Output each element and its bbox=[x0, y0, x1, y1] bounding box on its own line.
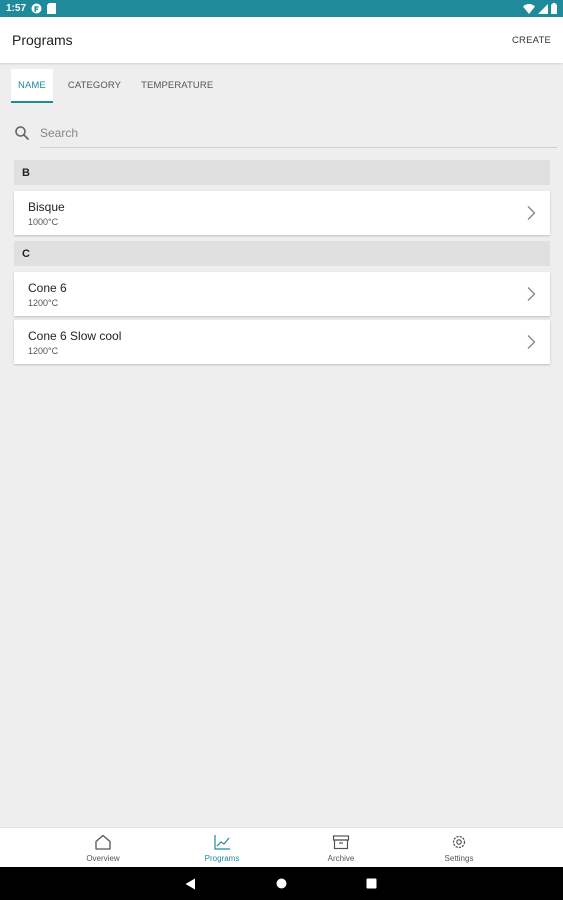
gear-icon bbox=[450, 834, 468, 851]
program-item-cone-6-slow-cool[interactable]: Cone 6 Slow cool 1200°C bbox=[14, 320, 550, 364]
nav-label-programs: Programs bbox=[204, 853, 240, 863]
archive-icon bbox=[332, 834, 350, 851]
wifi-icon bbox=[523, 3, 535, 14]
program-item-cone-6[interactable]: Cone 6 1200°C bbox=[14, 272, 550, 316]
nav-label-settings: Settings bbox=[444, 853, 474, 863]
program-name: Cone 6 Slow cool bbox=[28, 328, 122, 343]
chevron-right-icon bbox=[526, 205, 536, 221]
tab-name[interactable]: NAME bbox=[11, 69, 53, 103]
program-item-bisque[interactable]: Bisque 1000°C bbox=[14, 191, 550, 235]
program-name: Cone 6 bbox=[28, 280, 67, 295]
program-list: B Bisque 1000°C C Cone 6 1200°C Cone 6 S… bbox=[14, 160, 550, 368]
recents-icon[interactable] bbox=[366, 878, 377, 889]
nav-label-archive: Archive bbox=[327, 853, 355, 863]
status-time: 1:57 bbox=[6, 3, 27, 14]
nav-archive[interactable]: Archive bbox=[301, 828, 381, 868]
program-temperature: 1000°C bbox=[28, 216, 59, 227]
app-bar: Programs CREATE bbox=[0, 17, 563, 63]
chevron-right-icon bbox=[526, 334, 536, 350]
search-input[interactable] bbox=[40, 118, 557, 148]
search-bar bbox=[14, 118, 557, 148]
bottom-navigation: Overview Programs Archive Settings bbox=[0, 827, 563, 867]
tab-temperature[interactable]: TEMPERATURE bbox=[134, 69, 220, 103]
sort-tabs: NAME CATEGORY TEMPERATURE bbox=[11, 69, 220, 103]
create-button[interactable]: CREATE bbox=[512, 35, 551, 46]
section-header-b: B bbox=[14, 160, 550, 185]
back-icon[interactable] bbox=[185, 878, 196, 890]
nav-settings[interactable]: Settings bbox=[419, 828, 499, 868]
system-navigation-bar bbox=[0, 867, 563, 900]
home-icon bbox=[94, 834, 112, 851]
nav-overview[interactable]: Overview bbox=[63, 828, 143, 868]
chart-line-icon bbox=[213, 834, 231, 851]
status-bar: 1:57 bbox=[0, 0, 563, 17]
chevron-right-icon bbox=[526, 286, 536, 302]
section-header-c: C bbox=[14, 241, 550, 266]
battery-icon bbox=[551, 3, 557, 14]
nav-programs[interactable]: Programs bbox=[182, 828, 262, 868]
nav-label-overview: Overview bbox=[86, 853, 120, 863]
program-name: Bisque bbox=[28, 199, 65, 214]
sd-card-icon bbox=[47, 3, 57, 14]
signal-icon bbox=[538, 3, 548, 14]
app-notification-icon bbox=[31, 3, 42, 14]
page-title: Programs bbox=[12, 32, 73, 48]
program-temperature: 1200°C bbox=[28, 297, 59, 308]
program-temperature: 1200°C bbox=[28, 345, 59, 356]
home-button-icon[interactable] bbox=[276, 878, 287, 889]
search-icon bbox=[14, 125, 30, 141]
tab-category[interactable]: CATEGORY bbox=[61, 69, 128, 103]
